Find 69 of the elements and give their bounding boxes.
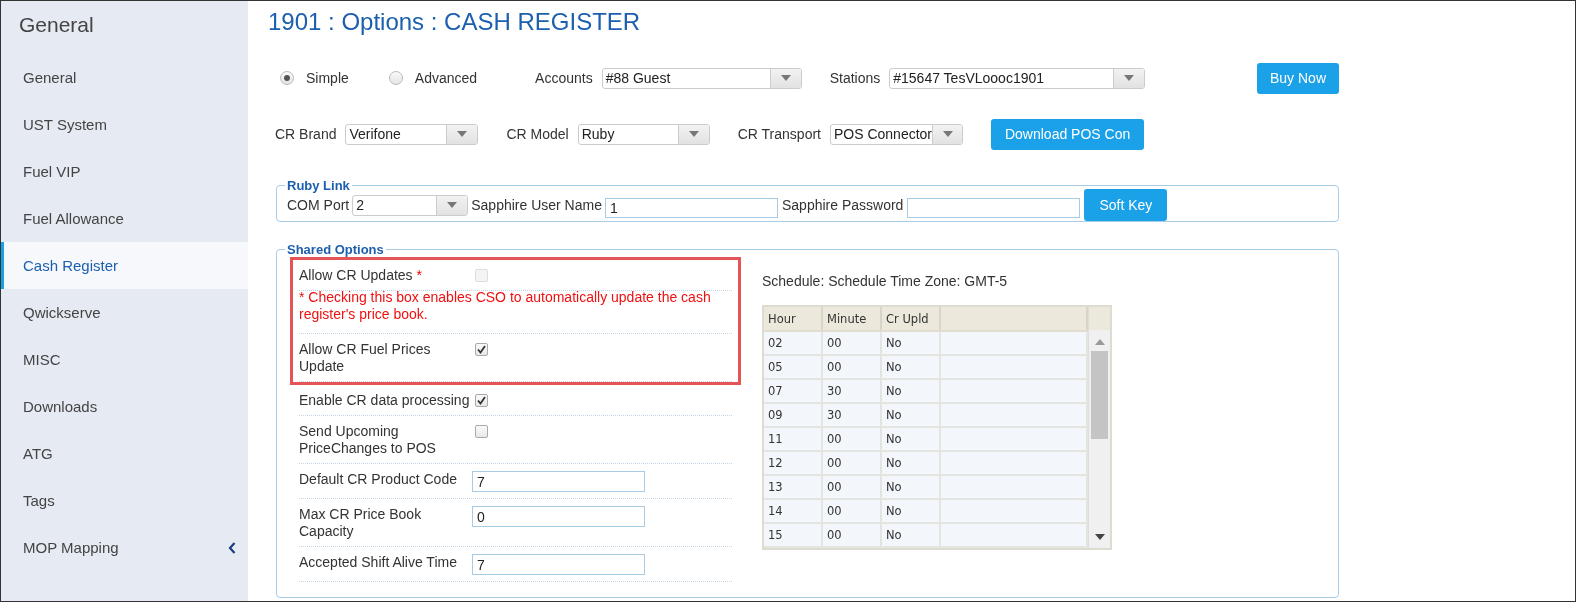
sidebar-item[interactable]: Fuel Allowance [1,195,248,242]
radio-option[interactable]: Simple [280,70,349,86]
sidebar-item[interactable]: UST System [1,101,248,148]
field-label: CR Model [506,126,569,142]
table-cell: 12 [764,451,822,475]
caret-icon [943,131,954,137]
schedule-caption: Schedule: Schedule Time Zone: GMT-5 [762,273,1009,289]
table-cell: 11 [764,427,822,451]
option-label: Default CR Product Code [299,471,458,488]
table-cell: 09 [764,403,822,427]
header-corner [1089,307,1110,330]
input-field[interactable]: 1 [604,198,778,218]
sidebar-item[interactable]: General [1,54,248,101]
input-field[interactable]: 0 [472,506,645,527]
column-header: Minute [822,307,881,331]
table-cell: 07 [764,379,822,403]
input-field[interactable]: 7 [472,554,645,575]
input-field[interactable]: 7 [472,471,645,492]
option-label: Allow CR Updates * [299,267,423,284]
field-label: Accounts [535,70,593,86]
scroll-down-icon[interactable] [1094,534,1105,540]
caret-icon [688,131,699,137]
caret-icon [780,75,791,81]
option-label: Send Upcoming PriceChanges to POS [299,423,437,457]
option-label: Enable CR data processing [299,392,471,409]
column-header: Hour [764,307,822,331]
panel-legend: Ruby Link [285,178,352,193]
dropdown[interactable]: Verifone [345,123,479,145]
option-label: Max CR Price Book Capacity [299,506,423,540]
panel-legend: Shared Options [285,242,386,257]
dropdown[interactable]: 2 [352,194,469,216]
warning-note: * Checking this box enables CSO to automatically update the cash register's price book. [299,289,732,334]
table-cell: 02 [764,331,822,355]
caret-icon [447,202,458,208]
field-label: Stations [829,70,881,86]
field-label: Sapphire Password [781,197,904,213]
table-cell: 05 [764,355,822,379]
sidebar-item[interactable]: Fuel VIP [1,148,248,195]
dropdown[interactable]: POS Connector [829,123,963,145]
sidebar-item[interactable]: Downloads [1,383,248,430]
checkbox[interactable] [475,425,488,438]
column-header: Cr Upld [881,307,940,331]
sidebar-item[interactable]: Qwickserve [1,289,248,336]
sidebar-title: General [18,12,95,38]
dropdown[interactable]: #88 Guest [601,67,802,89]
page-title: 1901 : Options : CASH REGISTER [268,7,642,37]
dropdown[interactable]: #15647 TesVLoooc1901 [889,67,1146,89]
dropdown[interactable]: Ruby [577,123,710,145]
password-field[interactable] [907,198,1081,218]
field-label: CR Brand [275,126,337,142]
sidebar-item[interactable]: MISC [1,336,248,383]
option-label: Accepted Shift Alive Time [299,554,458,571]
field-label: Sapphire User Name [471,197,602,213]
sidebar-item[interactable]: MOP Mapping [1,524,248,571]
table-cell: 15 [764,523,822,547]
caret-icon [457,131,468,137]
sidebar-item[interactable]: Tags [1,477,248,524]
sidebar-item[interactable]: Cash Register [1,242,248,289]
radio-option[interactable]: Advanced [388,70,478,86]
table-cell: 14 [764,499,822,523]
scroll-up-icon[interactable] [1094,339,1105,345]
caret-icon [1124,75,1135,81]
field-label: COM Port [287,197,350,213]
option-label: Allow CR Fuel Prices Update [299,341,432,375]
sidebar-item[interactable]: ATG [1,430,248,477]
checkbox[interactable] [475,343,488,356]
checkbox[interactable] [475,394,488,407]
table-cell: 13 [764,475,822,499]
field-label: CR Transport [737,126,821,142]
